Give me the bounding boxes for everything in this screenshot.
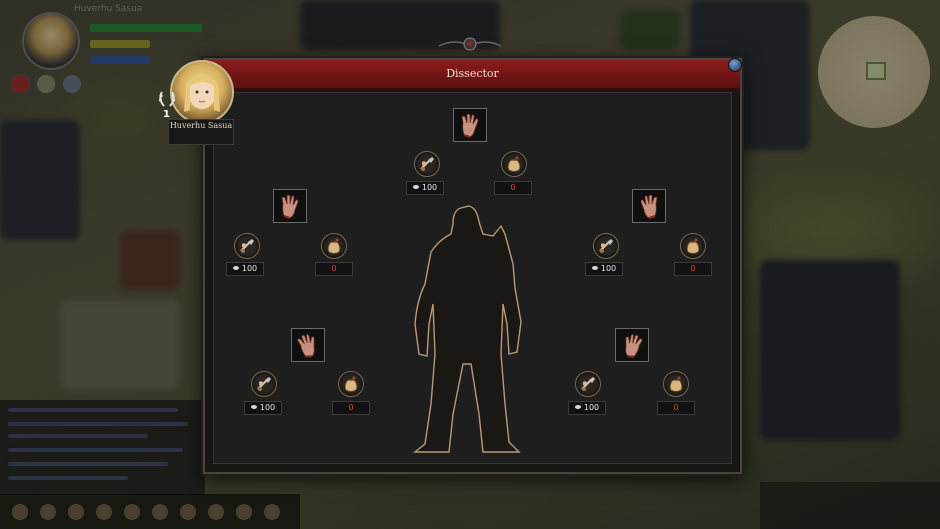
part-slot-upper-right[interactable]	[632, 189, 666, 223]
sack-icon[interactable]	[321, 233, 347, 259]
dialog-title: Dissector	[446, 67, 499, 80]
yield-upper-right: 0	[674, 262, 712, 276]
hand-icon	[287, 324, 328, 365]
dissect-tool-icon[interactable]	[593, 233, 619, 259]
sack-icon[interactable]	[663, 371, 689, 397]
dissect-tool-icon[interactable]	[414, 151, 440, 177]
part-slot-upper-left[interactable]	[273, 189, 307, 223]
tool-cost-upper-left: 100	[226, 262, 264, 276]
tool-cost-upper-right: 100	[585, 262, 623, 276]
character-name: Huverhu Sasua	[168, 119, 234, 145]
hand-icon	[454, 109, 486, 141]
dialog-header: Dissector	[205, 60, 740, 90]
tool-cost-lower-right: 100	[568, 401, 606, 415]
sack-icon[interactable]	[501, 151, 527, 177]
yield-upper-left: 0	[315, 262, 353, 276]
yield-lower-left: 0	[332, 401, 370, 415]
dissect-tool-icon[interactable]	[251, 371, 277, 397]
tool-cost-lower-left: 100	[244, 401, 282, 415]
yield-lower-right: 0	[657, 401, 695, 415]
ornament-icon	[438, 37, 502, 51]
dissect-tool-icon[interactable]	[234, 233, 260, 259]
body-silhouette	[413, 205, 522, 453]
hand-icon	[633, 190, 665, 222]
dissect-tool-icon[interactable]	[575, 371, 601, 397]
close-icon[interactable]	[728, 58, 742, 72]
sack-icon[interactable]	[680, 233, 706, 259]
yield-top: 0	[494, 181, 532, 195]
part-slot-top[interactable]	[453, 108, 487, 142]
part-slot-lower-right[interactable]	[615, 328, 649, 362]
tool-cost-top: 100	[406, 181, 444, 195]
hand-icon	[274, 190, 306, 222]
sack-icon[interactable]	[338, 371, 364, 397]
character-avatar[interactable]	[170, 60, 234, 124]
laurel-icon	[158, 91, 176, 107]
hand-icon	[611, 324, 652, 365]
part-slot-lower-left[interactable]	[291, 328, 325, 362]
